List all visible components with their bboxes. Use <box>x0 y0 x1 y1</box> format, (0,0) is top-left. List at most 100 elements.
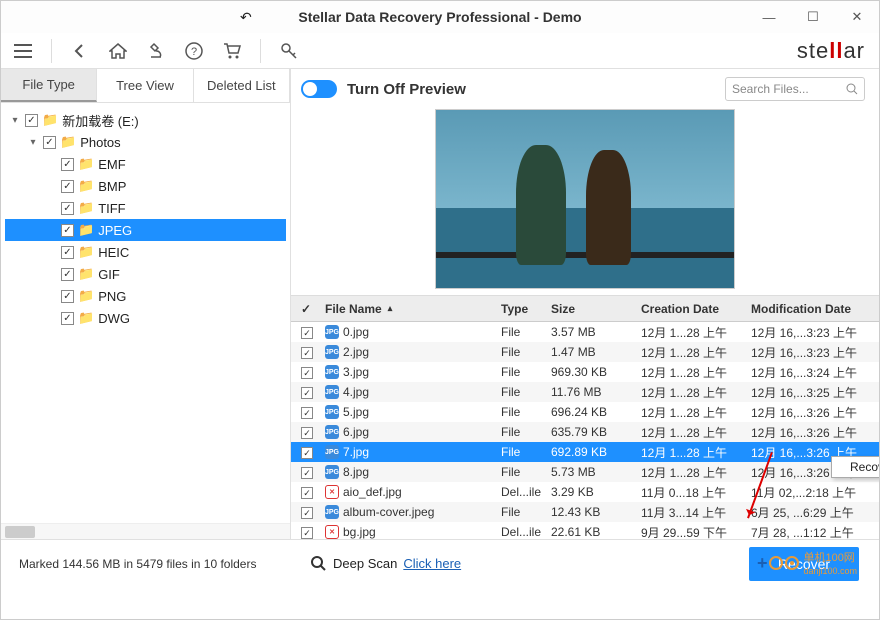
tree-item[interactable]: ✓📁PNG <box>5 285 286 307</box>
file-name: 0.jpg <box>343 325 369 339</box>
table-row[interactable]: ✓ JPG3.jpg File 969.30 KB 12月 1...28 上午 … <box>291 362 879 382</box>
table-row[interactable]: ✓ JPG8.jpg File 5.73 MB 12月 1...28 上午 12… <box>291 462 879 482</box>
row-checkbox[interactable]: ✓ <box>301 387 313 399</box>
tree-caret-icon[interactable]: ▾ <box>27 137 39 148</box>
row-checkbox[interactable]: ✓ <box>301 447 313 459</box>
minimize-button[interactable]: — <box>747 1 791 33</box>
row-checkbox[interactable]: ✓ <box>301 487 313 499</box>
row-checkbox[interactable]: ✓ <box>301 407 313 419</box>
header-size[interactable]: Size <box>551 302 641 316</box>
tree-checkbox[interactable]: ✓ <box>61 180 74 193</box>
file-icon: ✕ <box>325 525 339 539</box>
folder-icon: 📁 <box>42 112 58 128</box>
tree-caret-icon[interactable]: ▾ <box>9 115 21 126</box>
context-menu-recover[interactable]: Recover... <box>850 460 879 474</box>
table-row[interactable]: ✓ JPG5.jpg File 696.24 KB 12月 1...28 上午 … <box>291 402 879 422</box>
horizontal-scrollbar[interactable] <box>1 523 290 539</box>
cart-icon[interactable] <box>222 41 242 61</box>
table-row[interactable]: ✓ ✕bg.jpg Del...ile 22.61 KB 9月 29...59 … <box>291 522 879 539</box>
tree-checkbox[interactable]: ✓ <box>61 312 74 325</box>
file-name: 4.jpg <box>343 385 369 399</box>
brand-logo: stellar <box>797 38 865 64</box>
file-name: aio_def.jpg <box>343 485 402 499</box>
search-input[interactable]: Search Files... <box>725 77 865 101</box>
header-name[interactable]: File Name▴ <box>321 302 501 316</box>
tree-item[interactable]: ✓📁GIF <box>5 263 286 285</box>
file-modified: 12月 16,...3:26 上午 <box>751 424 879 441</box>
deepscan: Deep Scan Click here <box>311 556 461 572</box>
table-row[interactable]: ✓ JPG0.jpg File 3.57 MB 12月 1...28 上午 12… <box>291 322 879 342</box>
table-row[interactable]: ✓ ✕aio_def.jpg Del...ile 3.29 KB 11月 0..… <box>291 482 879 502</box>
tree-item[interactable]: ✓📁DWG <box>5 307 286 329</box>
preview-toggle[interactable] <box>301 80 337 98</box>
tree-checkbox[interactable]: ✓ <box>25 114 38 127</box>
header-created[interactable]: Creation Date <box>641 302 751 316</box>
file-name: 3.jpg <box>343 365 369 379</box>
folder-tree[interactable]: ▾✓📁新加载卷 (E:)▾✓📁Photos✓📁EMF✓📁BMP✓📁TIFF✓📁J… <box>1 103 290 523</box>
tab-file-type[interactable]: File Type <box>1 69 97 102</box>
tree-item[interactable]: ✓📁JPEG <box>5 219 286 241</box>
table-row[interactable]: ✓ JPG2.jpg File 1.47 MB 12月 1...28 上午 12… <box>291 342 879 362</box>
file-created: 12月 1...28 上午 <box>641 364 751 381</box>
file-modified: 7月 28, ...1:12 上午 <box>751 524 879 540</box>
tree-checkbox[interactable]: ✓ <box>43 136 56 149</box>
tab-tree-view[interactable]: Tree View <box>97 69 193 102</box>
tree-item-label: JPEG <box>98 223 132 238</box>
tree-checkbox[interactable]: ✓ <box>61 246 74 259</box>
tree-checkbox[interactable]: ✓ <box>61 290 74 303</box>
tree-item[interactable]: ▾✓📁Photos <box>5 131 286 153</box>
header-modified[interactable]: Modification Date <box>751 302 879 316</box>
table-row[interactable]: ✓ JPG7.jpg File 692.89 KB 12月 1...28 上午 … <box>291 442 879 462</box>
close-button[interactable]: ✕ <box>835 1 879 33</box>
row-checkbox[interactable]: ✓ <box>301 427 313 439</box>
tree-item[interactable]: ✓📁TIFF <box>5 197 286 219</box>
row-checkbox[interactable]: ✓ <box>301 467 313 479</box>
undo-icon[interactable]: ↶ <box>240 9 252 26</box>
menu-icon[interactable] <box>13 41 33 61</box>
table-row[interactable]: ✓ JPGalbum-cover.jpeg File 12.43 KB 11月 … <box>291 502 879 522</box>
select-all-checkbox[interactable]: ✓ <box>301 302 311 316</box>
file-icon: JPG <box>325 445 339 459</box>
tab-deleted-list[interactable]: Deleted List <box>194 69 290 102</box>
row-checkbox[interactable]: ✓ <box>301 527 313 539</box>
file-modified: 11月 02,...2:18 上午 <box>751 484 879 501</box>
microscope-icon[interactable] <box>146 41 166 61</box>
window-controls: — ☐ ✕ <box>747 1 879 33</box>
context-menu: Recover... <box>831 456 879 478</box>
file-icon: ✕ <box>325 485 339 499</box>
file-icon: JPG <box>325 345 339 359</box>
file-type: File <box>501 505 551 519</box>
file-created: 12月 1...28 上午 <box>641 464 751 481</box>
header-type[interactable]: Type <box>501 302 551 316</box>
file-icon: JPG <box>325 425 339 439</box>
tree-checkbox[interactable]: ✓ <box>61 202 74 215</box>
table-row[interactable]: ✓ JPG6.jpg File 635.79 KB 12月 1...28 上午 … <box>291 422 879 442</box>
deepscan-link[interactable]: Click here <box>403 556 461 571</box>
maximize-button[interactable]: ☐ <box>791 1 835 33</box>
file-name: 2.jpg <box>343 345 369 359</box>
row-checkbox[interactable]: ✓ <box>301 367 313 379</box>
tree-checkbox[interactable]: ✓ <box>61 158 74 171</box>
file-icon: JPG <box>325 405 339 419</box>
row-checkbox[interactable]: ✓ <box>301 507 313 519</box>
file-name: album-cover.jpeg <box>343 505 434 519</box>
file-size: 969.30 KB <box>551 365 641 379</box>
file-size: 692.89 KB <box>551 445 641 459</box>
home-icon[interactable] <box>108 41 128 61</box>
table-header: ✓ File Name▴ Type Size Creation Date Mod… <box>291 296 879 322</box>
back-icon[interactable] <box>70 41 90 61</box>
tree-item[interactable]: ▾✓📁新加载卷 (E:) <box>5 109 286 131</box>
table-row[interactable]: ✓ JPG4.jpg File 11.76 MB 12月 1...28 上午 1… <box>291 382 879 402</box>
tree-item-label: Photos <box>80 135 120 150</box>
tree-item[interactable]: ✓📁HEIC <box>5 241 286 263</box>
tree-checkbox[interactable]: ✓ <box>61 268 74 281</box>
row-checkbox[interactable]: ✓ <box>301 327 313 339</box>
file-type: Del...ile <box>501 485 551 499</box>
tree-item[interactable]: ✓📁BMP <box>5 175 286 197</box>
row-checkbox[interactable]: ✓ <box>301 347 313 359</box>
file-type: File <box>501 365 551 379</box>
key-icon[interactable] <box>279 41 299 61</box>
tree-checkbox[interactable]: ✓ <box>61 224 74 237</box>
help-icon[interactable]: ? <box>184 41 204 61</box>
tree-item[interactable]: ✓📁EMF <box>5 153 286 175</box>
